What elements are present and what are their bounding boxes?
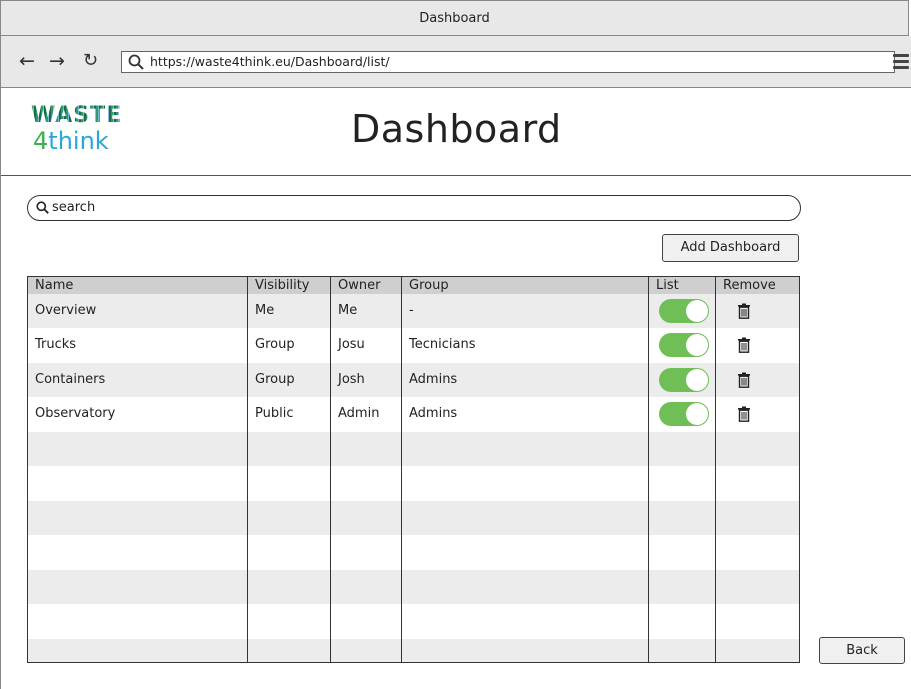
logo-think-text: 4think <box>33 127 109 155</box>
table-row[interactable]: Containers Group Josh Admins <box>28 363 799 397</box>
browser-toolbar: ← → ↻ https://waste4think.eu/Dashboard/l… <box>0 36 911 88</box>
column-divider <box>401 277 402 662</box>
cell-name: Overview <box>35 303 97 318</box>
cell-group: Admins <box>409 406 458 421</box>
column-header-list[interactable]: List <box>649 277 679 294</box>
table-header: Name Visibility Owner Group List Remove <box>28 277 799 294</box>
table-row-stripe <box>28 501 799 535</box>
cell-visibility: Me <box>255 303 275 318</box>
cell-name: Observatory <box>35 406 116 421</box>
cell-name: Trucks <box>35 337 77 352</box>
back-arrow-icon[interactable]: ← <box>19 50 35 72</box>
column-header-visibility[interactable]: Visibility <box>248 277 309 294</box>
column-divider <box>247 277 248 662</box>
cell-visibility: Group <box>255 337 295 352</box>
address-bar[interactable]: https://waste4think.eu/Dashboard/list/ <box>121 51 895 73</box>
cell-owner: Me <box>338 303 358 318</box>
window-title-bar: Dashboard <box>0 0 909 36</box>
cell-owner: Admin <box>338 406 380 421</box>
logo-waste-text: WASTE <box>31 104 141 128</box>
cell-name: Containers <box>35 372 106 387</box>
header-divider <box>1 175 911 176</box>
page-title: Dashboard <box>351 107 562 151</box>
column-header-owner[interactable]: Owner <box>331 277 380 294</box>
table-row-stripe <box>28 432 799 466</box>
back-button[interactable]: Back <box>819 637 905 664</box>
menu-icon[interactable] <box>893 54 909 70</box>
cell-group: - <box>409 303 414 318</box>
forward-arrow-icon[interactable]: → <box>49 50 65 72</box>
cell-group: Tecnicians <box>409 337 476 352</box>
column-header-name[interactable]: Name <box>28 277 73 294</box>
table-row[interactable]: Trucks Group Josu Tecnicians <box>28 328 799 362</box>
search-input[interactable]: search <box>27 195 801 221</box>
dashboard-table: Name Visibility Owner Group List Remove … <box>27 276 800 663</box>
column-divider <box>715 277 716 662</box>
cell-owner: Josh <box>338 372 365 387</box>
cell-visibility: Group <box>255 372 295 387</box>
address-bar-url: https://waste4think.eu/Dashboard/list/ <box>150 54 390 69</box>
trash-icon[interactable] <box>737 337 751 353</box>
list-toggle[interactable] <box>659 299 709 323</box>
trash-icon[interactable] <box>737 372 751 388</box>
table-row-stripe <box>28 570 799 604</box>
add-dashboard-button[interactable]: Add Dashboard <box>662 234 799 262</box>
trash-icon[interactable] <box>737 406 751 422</box>
cell-owner: Josu <box>338 337 365 352</box>
column-header-group[interactable]: Group <box>402 277 449 294</box>
reload-icon[interactable]: ↻ <box>83 50 98 72</box>
trash-icon[interactable] <box>737 303 751 319</box>
column-header-remove[interactable]: Remove <box>716 277 776 294</box>
cell-group: Admins <box>409 372 458 387</box>
table-row[interactable]: Overview Me Me - <box>28 294 799 328</box>
search-icon <box>128 54 144 70</box>
list-toggle[interactable] <box>659 333 709 357</box>
list-toggle[interactable] <box>659 402 709 426</box>
search-input-value: search <box>52 200 96 215</box>
column-divider <box>330 277 331 662</box>
column-divider <box>648 277 649 662</box>
table-row[interactable]: Observatory Public Admin Admins <box>28 397 799 431</box>
cell-visibility: Public <box>255 406 294 421</box>
waste4think-logo: WASTE 4think <box>31 104 141 164</box>
page-content: WASTE 4think Dashboard search Add Dashbo… <box>0 88 911 689</box>
search-icon <box>36 201 49 214</box>
table-row-stripe <box>28 639 799 662</box>
window-title: Dashboard <box>419 11 490 26</box>
list-toggle[interactable] <box>659 368 709 392</box>
